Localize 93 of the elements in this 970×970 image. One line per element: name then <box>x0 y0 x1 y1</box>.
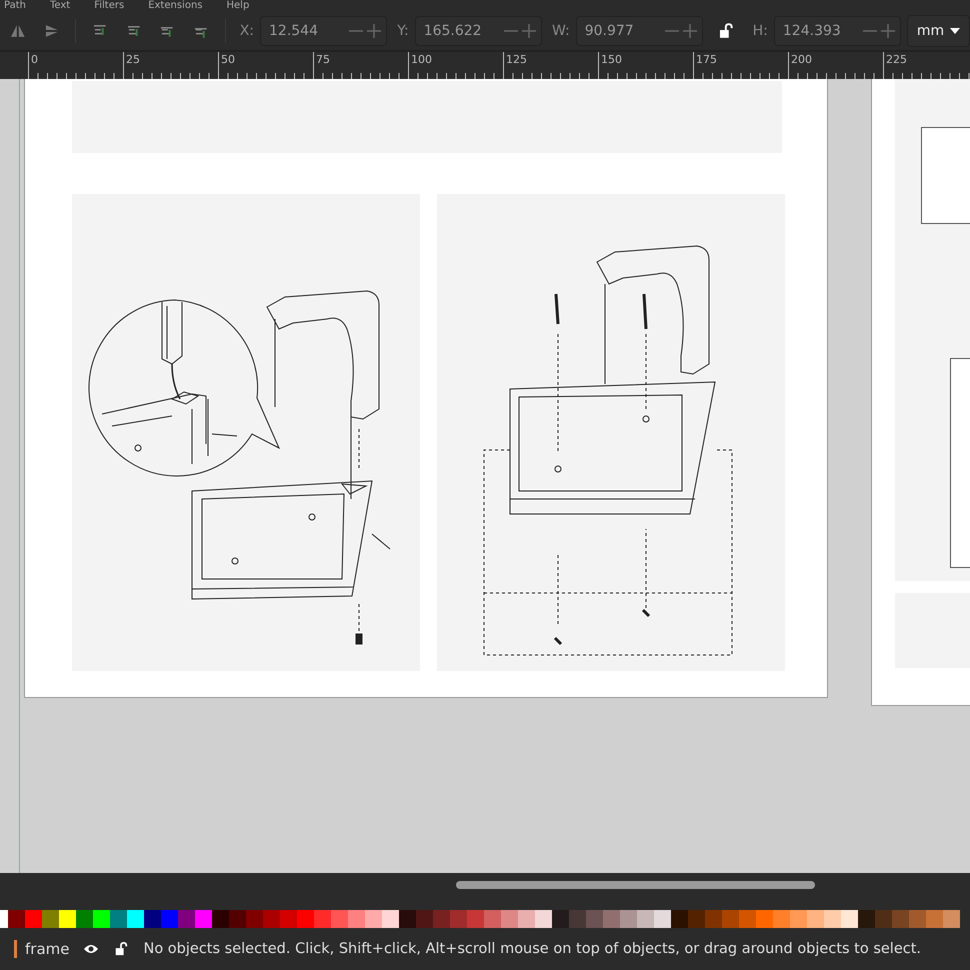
field-label: Y: <box>397 22 409 39</box>
color-swatch[interactable] <box>433 910 450 928</box>
menu-item[interactable]: Text <box>50 0 70 12</box>
color-swatch[interactable] <box>178 910 195 928</box>
ruler-label: 0 <box>28 52 123 74</box>
color-swatch[interactable] <box>246 910 263 928</box>
number-field[interactable]: 124.393 <box>774 16 902 46</box>
menu-item[interactable]: Filters <box>94 0 124 12</box>
color-swatch[interactable] <box>212 910 229 928</box>
color-swatch[interactable] <box>331 910 348 928</box>
color-swatch[interactable] <box>518 910 535 928</box>
color-swatch[interactable] <box>467 910 484 928</box>
layer-name[interactable]: frame <box>14 940 70 958</box>
field-label: H: <box>752 22 768 39</box>
color-swatch[interactable] <box>603 910 620 928</box>
number-field[interactable]: 12.544 <box>260 16 388 46</box>
color-swatch[interactable] <box>110 910 127 928</box>
ruler-label: 150 <box>598 52 693 74</box>
color-swatch[interactable] <box>569 910 586 928</box>
ruler-label: 75 <box>313 52 408 74</box>
color-swatch[interactable] <box>416 910 433 928</box>
color-swatch[interactable] <box>127 910 144 928</box>
color-swatch[interactable] <box>688 910 705 928</box>
minus-plus-icon[interactable] <box>862 22 896 39</box>
color-swatch[interactable] <box>637 910 654 928</box>
ruler-label: 200 <box>788 52 883 74</box>
color-swatch[interactable] <box>161 910 178 928</box>
number-field[interactable]: 165.622 <box>414 16 542 46</box>
minus-plus-icon[interactable] <box>502 22 537 39</box>
color-swatch[interactable] <box>671 910 688 928</box>
flip-vertical-icon[interactable] <box>44 22 60 39</box>
color-swatch[interactable] <box>76 910 93 928</box>
color-swatch[interactable] <box>195 910 212 928</box>
color-swatch[interactable] <box>892 910 909 928</box>
menu-item[interactable]: Help <box>226 0 250 12</box>
color-swatch[interactable] <box>943 910 960 928</box>
field-label: W: <box>552 22 570 39</box>
color-swatch[interactable] <box>535 910 552 928</box>
color-swatch[interactable] <box>858 910 875 928</box>
color-swatch[interactable] <box>501 910 518 928</box>
menu-item[interactable]: Extensions <box>148 0 202 12</box>
color-swatch[interactable] <box>25 910 42 928</box>
color-swatch[interactable] <box>348 910 365 928</box>
status-message: No objects selected. Click, Shift+click, Alt+scroll mouse on top of objects, or drag around objects to select. <box>143 941 922 957</box>
color-swatch[interactable] <box>229 910 246 928</box>
color-swatch[interactable] <box>382 910 399 928</box>
field-label: X: <box>240 22 254 39</box>
minus-plus-icon[interactable] <box>348 22 382 39</box>
minus-plus-icon[interactable] <box>664 22 698 39</box>
color-swatch[interactable] <box>790 910 807 928</box>
unit-dropdown[interactable]: mm <box>907 14 970 47</box>
color-swatch[interactable] <box>722 910 739 928</box>
color-swatch[interactable] <box>586 910 603 928</box>
number-field[interactable]: 90.977 <box>576 16 703 46</box>
ruler-label: 100 <box>408 52 503 74</box>
color-swatch[interactable] <box>280 910 297 928</box>
color-swatch[interactable] <box>314 910 331 928</box>
color-swatch[interactable] <box>926 910 943 928</box>
ruler-label: 225 <box>883 52 970 74</box>
color-swatch[interactable] <box>399 910 416 928</box>
color-swatch[interactable] <box>93 910 110 928</box>
color-swatch[interactable] <box>484 910 501 928</box>
color-swatch[interactable] <box>739 910 756 928</box>
eye-icon[interactable] <box>83 942 100 956</box>
color-swatch[interactable] <box>450 910 467 928</box>
color-swatch[interactable] <box>824 910 841 928</box>
lock-icon[interactable] <box>718 22 733 39</box>
ruler-label: 25 <box>123 52 218 74</box>
color-swatch[interactable] <box>263 910 280 928</box>
ruler-label: 50 <box>218 52 313 74</box>
color-swatch[interactable] <box>773 910 790 928</box>
ruler-label: 175 <box>693 52 788 74</box>
caret-icon <box>950 28 960 34</box>
lock-icon[interactable] <box>113 942 130 956</box>
color-swatch[interactable] <box>552 910 569 928</box>
color-swatch[interactable] <box>42 910 59 928</box>
color-swatch[interactable] <box>807 910 824 928</box>
menu-item[interactable]: Path <box>4 0 26 12</box>
color-swatch[interactable] <box>144 910 161 928</box>
scrollbar-thumb[interactable] <box>456 881 815 890</box>
color-swatch[interactable] <box>654 910 671 928</box>
ruler-label: 125 <box>503 52 598 74</box>
color-swatch[interactable] <box>875 910 892 928</box>
color-swatch[interactable] <box>909 910 926 928</box>
color-swatch[interactable] <box>365 910 382 928</box>
flip-horizontal-icon[interactable] <box>10 22 26 39</box>
color-swatch[interactable] <box>59 910 76 928</box>
color-swatch[interactable] <box>756 910 773 928</box>
color-swatch[interactable] <box>705 910 722 928</box>
color-swatch[interactable] <box>297 910 314 928</box>
color-swatch[interactable] <box>620 910 637 928</box>
color-swatch[interactable] <box>8 910 25 928</box>
color-swatch[interactable] <box>841 910 858 928</box>
